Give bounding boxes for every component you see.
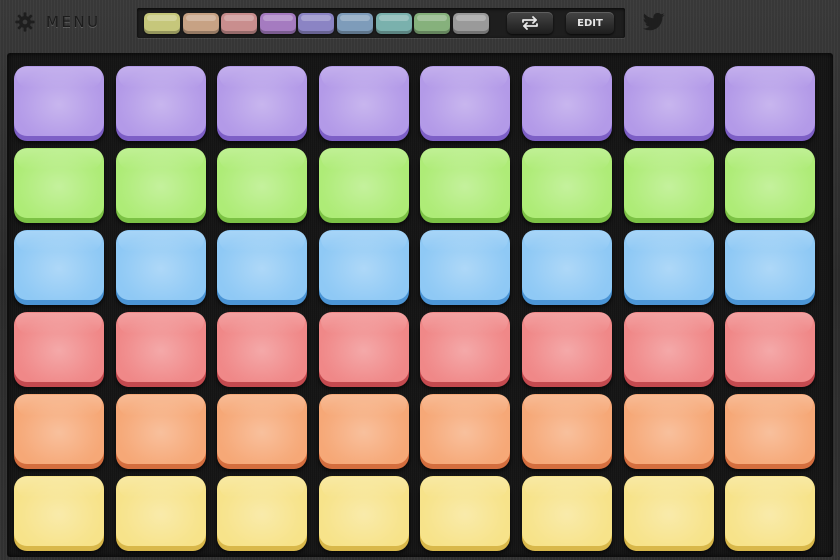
pad-r3-c5[interactable] <box>420 230 511 300</box>
pad-r1-c7[interactable] <box>623 66 714 136</box>
pad-r3-c7[interactable] <box>623 230 714 300</box>
swap-arrows-icon <box>522 16 538 30</box>
pad-r1-c5[interactable] <box>420 66 511 136</box>
pad-r6-c6[interactable] <box>522 476 612 546</box>
swatch-gray[interactable] <box>452 13 489 34</box>
pad-r1-c2[interactable] <box>115 66 206 136</box>
pad-r6-c5[interactable] <box>420 476 511 546</box>
swatch-steel-blue[interactable] <box>337 13 373 34</box>
pad-r4-c7[interactable] <box>623 312 714 382</box>
gear-icon <box>15 12 35 32</box>
pad-r4-c6[interactable] <box>522 312 612 382</box>
pad-r6-c4[interactable] <box>318 476 409 546</box>
pad-r5-c6[interactable] <box>522 394 612 464</box>
pad-r1-c1[interactable] <box>14 66 104 136</box>
pad-r4-c3[interactable] <box>217 312 308 382</box>
pad-r1-c8[interactable] <box>725 66 816 136</box>
swatch-purple[interactable] <box>259 13 296 34</box>
pad-r3-c8[interactable] <box>725 230 816 300</box>
pad-r4-c5[interactable] <box>420 312 511 382</box>
twitter-button[interactable] <box>642 12 665 32</box>
pad-r2-c8[interactable] <box>725 148 816 218</box>
swatch-teal[interactable] <box>375 13 412 34</box>
pad-r2-c6[interactable] <box>522 148 612 218</box>
pad-r4-c2[interactable] <box>115 312 206 382</box>
pad-r5-c1[interactable] <box>14 394 104 464</box>
pad-r2-c4[interactable] <box>318 148 409 218</box>
pad-r3-c2[interactable] <box>115 230 206 300</box>
pad-r5-c4[interactable] <box>318 394 409 464</box>
pad-r1-c3[interactable] <box>217 66 308 136</box>
pad-r6-c7[interactable] <box>623 476 714 546</box>
pad-r4-c1[interactable] <box>14 312 104 382</box>
twitter-bird-icon <box>642 12 665 31</box>
pad-r3-c3[interactable] <box>217 230 308 300</box>
pad-r5-c7[interactable] <box>623 394 714 464</box>
pad-r6-c1[interactable] <box>14 476 104 546</box>
swatch-green[interactable] <box>414 13 451 34</box>
pad-r6-c8[interactable] <box>725 476 816 546</box>
swatch-yellow-green[interactable] <box>144 13 180 34</box>
pad-r4-c8[interactable] <box>725 312 816 382</box>
pad-r2-c2[interactable] <box>115 148 206 218</box>
pad-r2-c1[interactable] <box>14 148 104 218</box>
pad-r2-c5[interactable] <box>420 148 511 218</box>
pad-r1-c4[interactable] <box>318 66 409 136</box>
pad-r6-c3[interactable] <box>217 476 308 546</box>
swatch-violet[interactable] <box>298 13 335 34</box>
edit-label: EDIT <box>577 17 603 29</box>
pad-r5-c5[interactable] <box>420 394 511 464</box>
pad-r1-c6[interactable] <box>522 66 612 136</box>
top-bar: MENU EDIT <box>0 0 840 44</box>
pad-r6-c2[interactable] <box>115 476 206 546</box>
menu-label: MENU <box>46 13 101 31</box>
pad-r5-c2[interactable] <box>115 394 206 464</box>
swatch-tan[interactable] <box>182 13 219 34</box>
pad-r2-c3[interactable] <box>217 148 308 218</box>
pad-r4-c4[interactable] <box>318 312 409 382</box>
pad-grid <box>7 53 833 557</box>
pad-r5-c3[interactable] <box>217 394 308 464</box>
pad-r3-c6[interactable] <box>522 230 612 300</box>
pad-r3-c1[interactable] <box>14 230 104 300</box>
swatch-pink[interactable] <box>221 13 258 34</box>
swap-button[interactable] <box>507 12 553 34</box>
pad-r3-c4[interactable] <box>318 230 409 300</box>
pad-r2-c7[interactable] <box>623 148 714 218</box>
edit-button[interactable]: EDIT <box>566 12 614 34</box>
menu-button[interactable]: MENU <box>14 8 101 36</box>
pad-r5-c8[interactable] <box>725 394 816 464</box>
